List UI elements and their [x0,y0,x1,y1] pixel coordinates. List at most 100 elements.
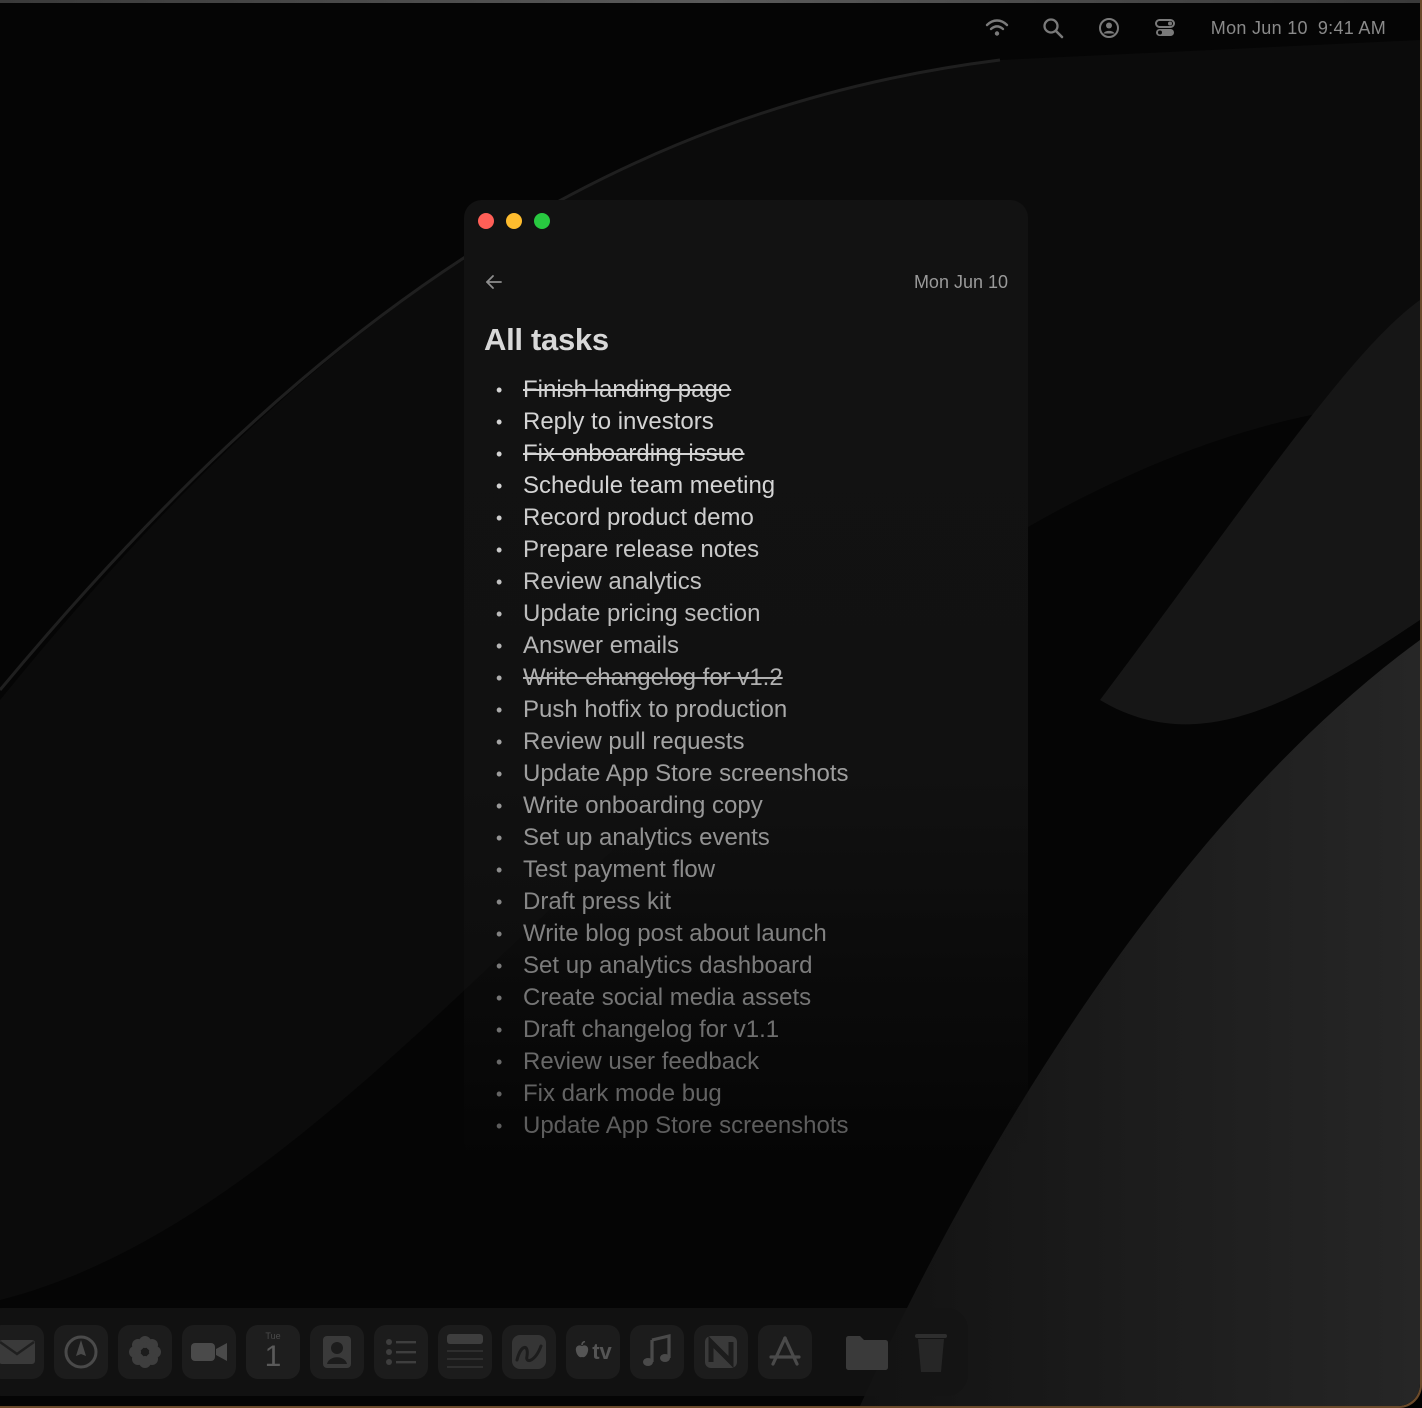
folder-icon[interactable] [840,1325,894,1379]
task-item[interactable]: • Update App Store screenshots [496,758,849,790]
task-bullet: • [496,540,503,560]
task-bullet: • [496,380,503,400]
task-bullet: • [496,796,503,816]
menu-bar-clock[interactable]: Mon Jun 10 9:41 AM [1211,18,1386,39]
appstore-icon[interactable] [758,1325,812,1379]
task-text: Review analytics [523,568,702,595]
task-text: Draft press kit [523,888,672,915]
task-bullet: • [496,412,503,432]
task-bullet: • [496,636,503,656]
task-item[interactable]: • Update App Store screenshots [496,1110,849,1142]
task-bullet: • [496,604,503,624]
task-bullet: • [496,860,503,880]
apple-logo-icon [574,1339,590,1365]
task-text: Push hotfix to production [523,696,788,723]
task-item[interactable]: • Draft press kit [496,886,849,918]
appletv-icon[interactable]: tv [566,1325,620,1379]
task-text: Set up analytics events [523,824,770,851]
safari-icon[interactable] [54,1325,108,1379]
task-item[interactable]: • Update pricing section [496,598,849,630]
task-item[interactable]: • Write onboarding copy [496,790,849,822]
task-item[interactable]: • Record product demo [496,502,849,534]
task-text: Test payment flow [523,856,716,883]
task-text-completed: Fix onboarding issue [523,440,745,467]
control-center-icon[interactable] [1153,16,1177,40]
task-text-completed: Write changelog for v1.2 [523,664,783,691]
search-icon[interactable] [1041,16,1065,40]
task-text-completed: Finish landing page [523,376,732,403]
task-bullet: • [496,892,503,912]
freeform-icon[interactable] [502,1325,556,1379]
task-text: Draft changelog for v1.1 [523,1016,780,1043]
task-item[interactable]: • Push hotfix to production [496,694,849,726]
task-item[interactable]: • Finish landing page [496,374,849,406]
tasks-window: Mon Jun 10 All tasks • Finish landing pag… [464,200,1028,1160]
task-bullet: • [496,956,503,976]
task-item[interactable]: • Set up analytics events [496,822,849,854]
task-item[interactable]: • Write blog post about launch [496,918,849,950]
menu-bar: Mon Jun 10 9:41 AM [0,0,1420,56]
menu-bar-date: Mon Jun 10 [1210,17,1308,38]
contacts-icon[interactable] [310,1325,364,1379]
task-text: Write blog post about launch [523,920,827,947]
wifi-icon[interactable] [985,16,1009,40]
task-item[interactable]: • Answer emails [496,630,849,662]
task-bullet: • [496,476,503,496]
task-item[interactable]: • Prepare release notes [496,534,849,566]
appletv-label: tv [574,1339,612,1365]
task-bullet: • [496,924,503,944]
task-item[interactable]: • Test payment flow [496,854,849,886]
user-account-icon[interactable] [1097,16,1121,40]
task-bullet: • [496,1116,503,1136]
task-item[interactable]: • Fix dark mode bug [496,1078,849,1110]
task-bullet: • [496,572,503,592]
task-text: Fix dark mode bug [523,1080,722,1107]
reminders-icon[interactable] [374,1325,428,1379]
photos-icon[interactable] [118,1325,172,1379]
task-item[interactable]: • Draft changelog for v1.1 [496,1014,849,1046]
task-list: • Finish landing page • Reply to investors •… [496,374,849,1142]
mail-icon[interactable] [0,1325,44,1379]
task-item[interactable]: • Review analytics [496,566,849,598]
task-text: Prepare release notes [523,536,760,563]
task-text: Update App Store screenshots [523,760,849,787]
task-item[interactable]: • Create social media assets [496,982,849,1014]
window-controls [478,213,550,229]
menu-bar-time: 9:41 AM [1317,17,1386,38]
task-bullet: • [496,988,503,1008]
calendar-day: 1 [264,1340,282,1373]
task-bullet: • [496,1052,503,1072]
task-item[interactable]: • Set up analytics dashboard [496,950,849,982]
arrow-left-icon [486,275,502,289]
task-item[interactable]: • Review user feedback [496,1046,849,1078]
task-bullet: • [496,1084,503,1104]
task-item[interactable]: • Reply to investors [496,406,849,438]
task-text: Update pricing section [523,600,761,627]
trash-icon[interactable] [904,1325,958,1379]
appletv-text: tv [592,1339,612,1364]
task-bullet: • [496,828,503,848]
facetime-icon[interactable] [182,1325,236,1379]
task-bullet: • [496,764,503,784]
task-item[interactable]: • Write changelog for v1.2 [496,662,849,694]
task-item[interactable]: • Schedule team meeting [496,470,849,502]
close-window-button[interactable] [478,213,494,229]
minimize-window-button[interactable] [506,213,522,229]
task-text: Reply to investors [523,408,714,435]
back-button[interactable] [482,270,506,294]
task-text: Write onboarding copy [523,792,763,819]
task-item[interactable]: • Fix onboarding issue [496,438,849,470]
task-text: Review pull requests [523,728,745,755]
zoom-window-button[interactable] [534,213,550,229]
news-icon[interactable] [694,1325,748,1379]
window-toolbar: Mon Jun 10 [482,268,1008,296]
music-icon[interactable] [630,1325,684,1379]
task-item[interactable]: • Review pull requests [496,726,849,758]
notes-icon[interactable] [438,1325,492,1379]
task-text: Set up analytics dashboard [523,952,813,979]
task-text: Create social media assets [523,984,812,1011]
task-text: Schedule team meeting [523,472,776,499]
task-text: Record product demo [523,504,754,531]
calendar-icon[interactable]: Tue 1 [246,1325,300,1379]
window-date-label: Mon Jun 10 [913,271,1008,292]
